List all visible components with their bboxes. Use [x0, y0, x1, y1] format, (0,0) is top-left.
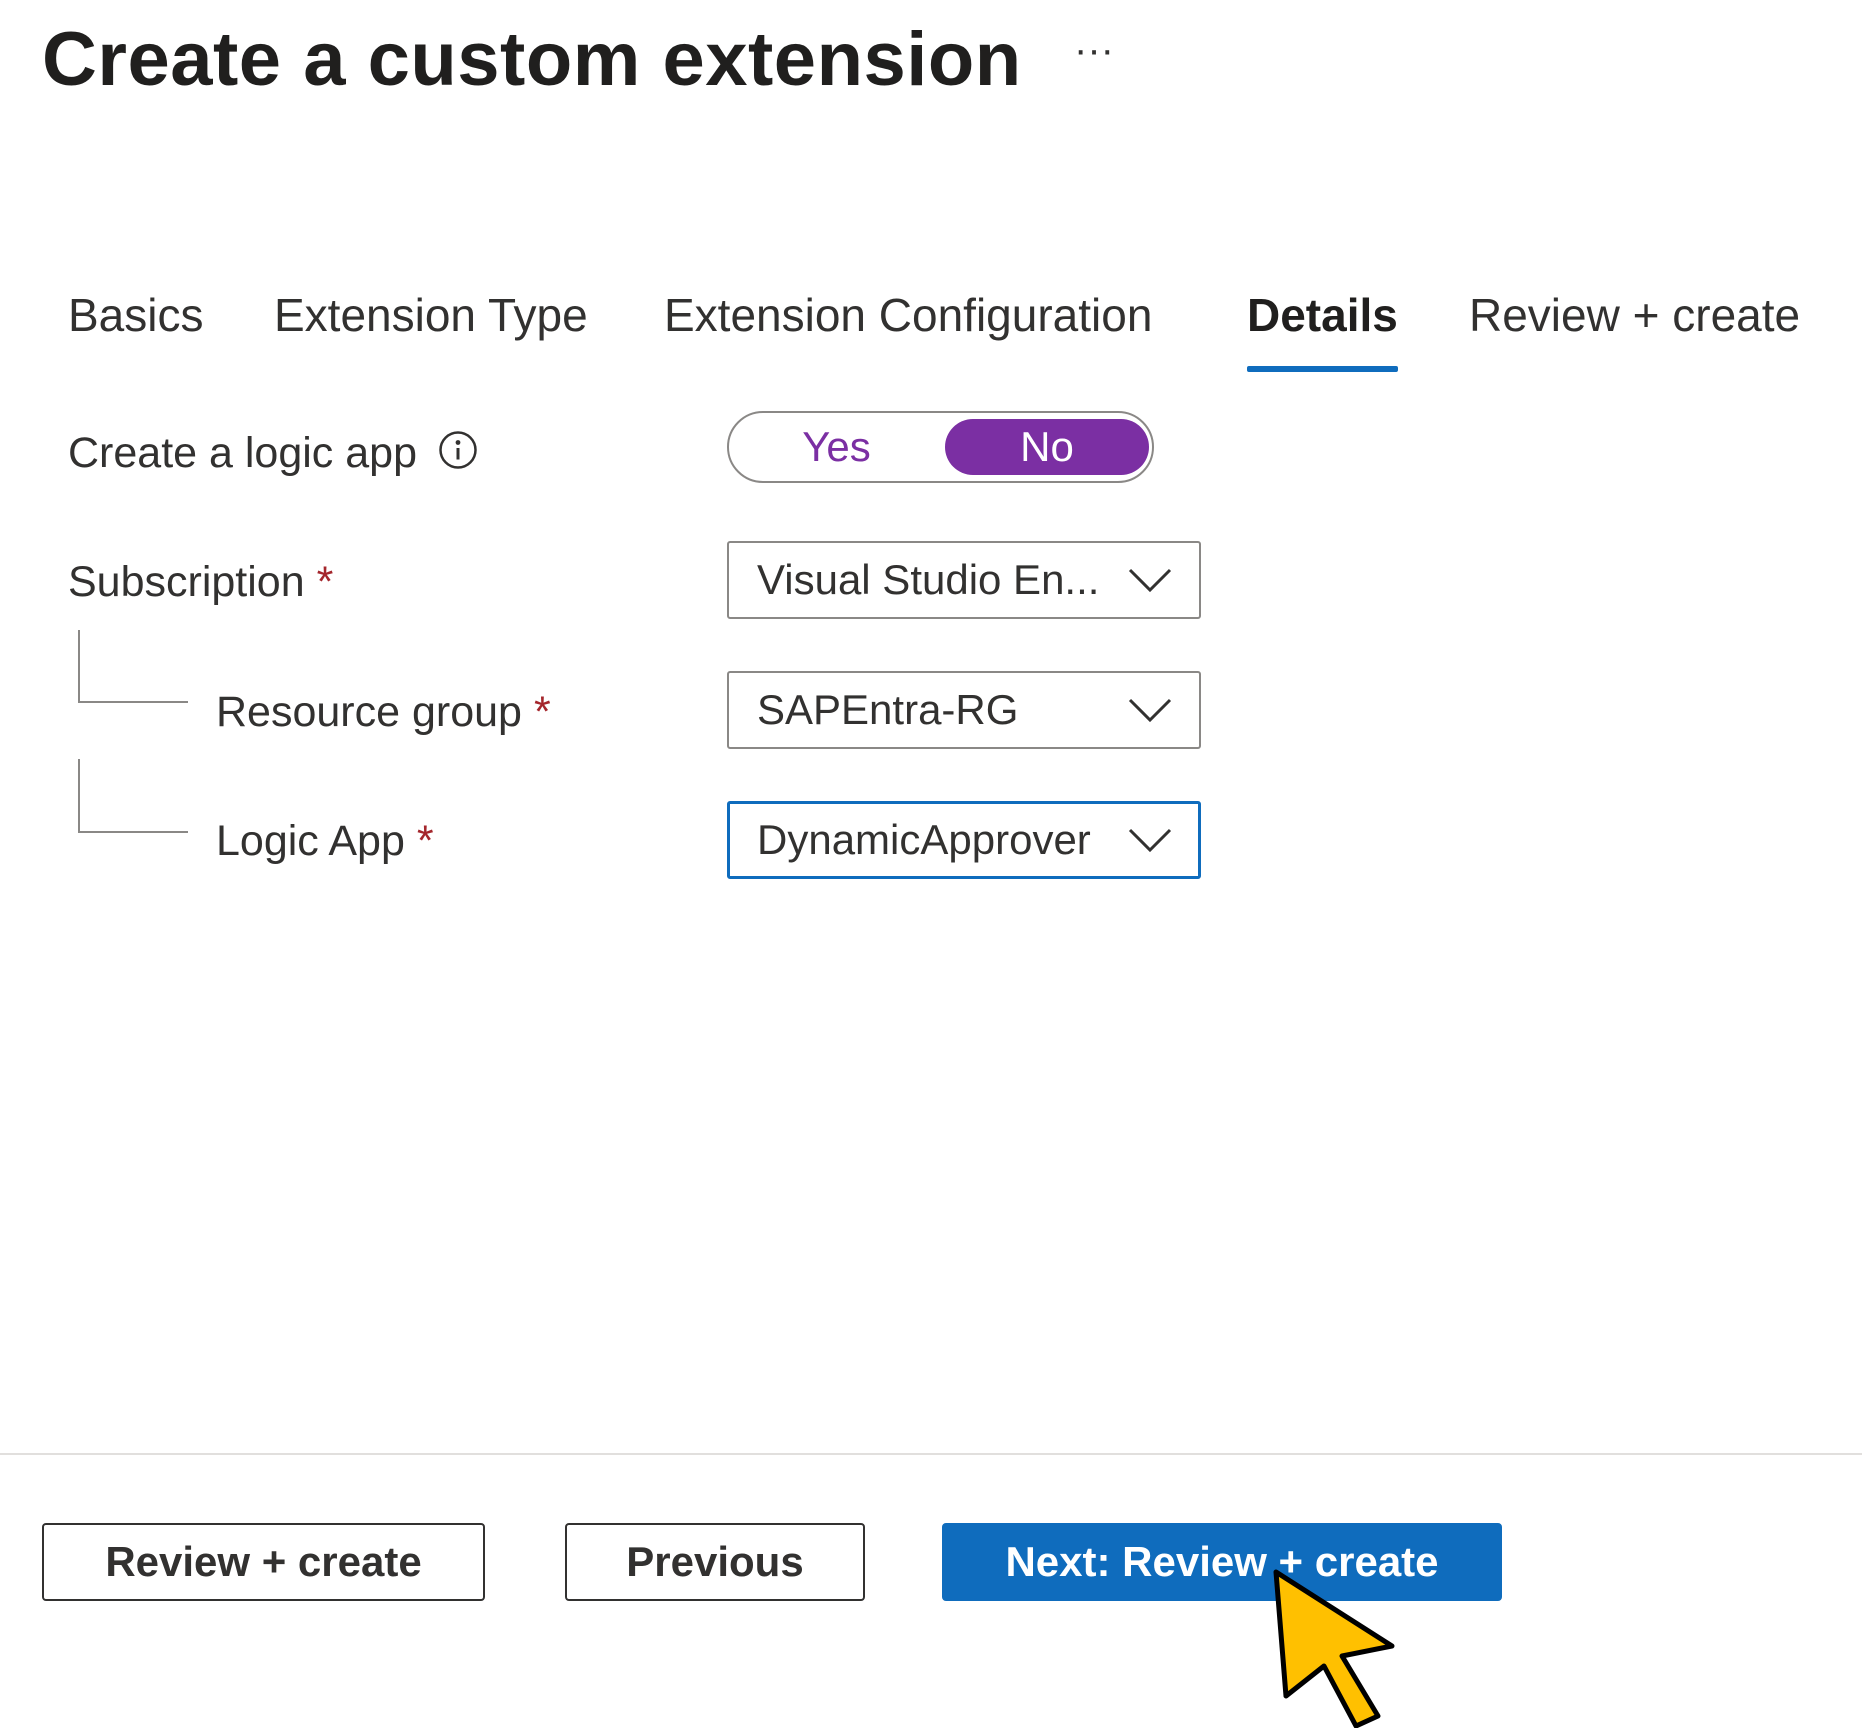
- toggle-option-no[interactable]: No: [945, 419, 1149, 475]
- tab-details[interactable]: Details: [1247, 278, 1398, 372]
- create-logic-app-label: Create a logic app: [68, 429, 417, 477]
- info-icon[interactable]: [438, 430, 478, 470]
- resource-group-label: Resource group *: [216, 682, 551, 742]
- subscription-label: Subscription *: [68, 552, 333, 612]
- required-marker: *: [316, 558, 334, 606]
- tab-review-create[interactable]: Review + create: [1469, 278, 1800, 352]
- tab-extension-configuration[interactable]: Extension Configuration: [664, 278, 1152, 352]
- resource-group-value: SAPEntra-RG: [757, 686, 1019, 733]
- mouse-pointer-icon: [1273, 1569, 1395, 1728]
- logic-app-label-text: Logic App: [216, 817, 405, 865]
- wizard-tabs: Basics Extension Type Extension Configur…: [0, 278, 1862, 378]
- chevron-down-icon: [1128, 698, 1172, 723]
- more-options-button[interactable]: ···: [1068, 30, 1120, 70]
- tab-basics[interactable]: Basics: [68, 278, 203, 352]
- tree-connector-line: [78, 630, 188, 703]
- logic-app-value: DynamicApprover: [757, 816, 1091, 863]
- chevron-down-icon: [1128, 828, 1172, 853]
- page-title: Create a custom extension: [42, 17, 1022, 102]
- logic-app-label: Logic App *: [216, 811, 434, 871]
- tab-extension-type[interactable]: Extension Type: [274, 278, 588, 352]
- resource-group-label-text: Resource group: [216, 688, 522, 736]
- subscription-dropdown[interactable]: Visual Studio En...: [727, 541, 1201, 619]
- required-marker: *: [416, 817, 434, 865]
- chevron-down-icon: [1128, 568, 1172, 593]
- subscription-value: Visual Studio En...: [757, 556, 1100, 603]
- create-logic-app-toggle[interactable]: Yes No: [727, 411, 1154, 483]
- logic-app-dropdown[interactable]: DynamicApprover: [727, 801, 1201, 879]
- required-marker: *: [533, 688, 551, 736]
- review-create-button[interactable]: Review + create: [42, 1523, 485, 1601]
- footer-divider: [0, 1453, 1862, 1455]
- resource-group-dropdown[interactable]: SAPEntra-RG: [727, 671, 1201, 749]
- tree-connector-line: [78, 759, 188, 833]
- toggle-option-yes[interactable]: Yes: [729, 413, 944, 481]
- subscription-label-text: Subscription: [68, 558, 305, 606]
- previous-button[interactable]: Previous: [565, 1523, 865, 1601]
- next-review-create-button[interactable]: Next: Review + create: [942, 1523, 1502, 1601]
